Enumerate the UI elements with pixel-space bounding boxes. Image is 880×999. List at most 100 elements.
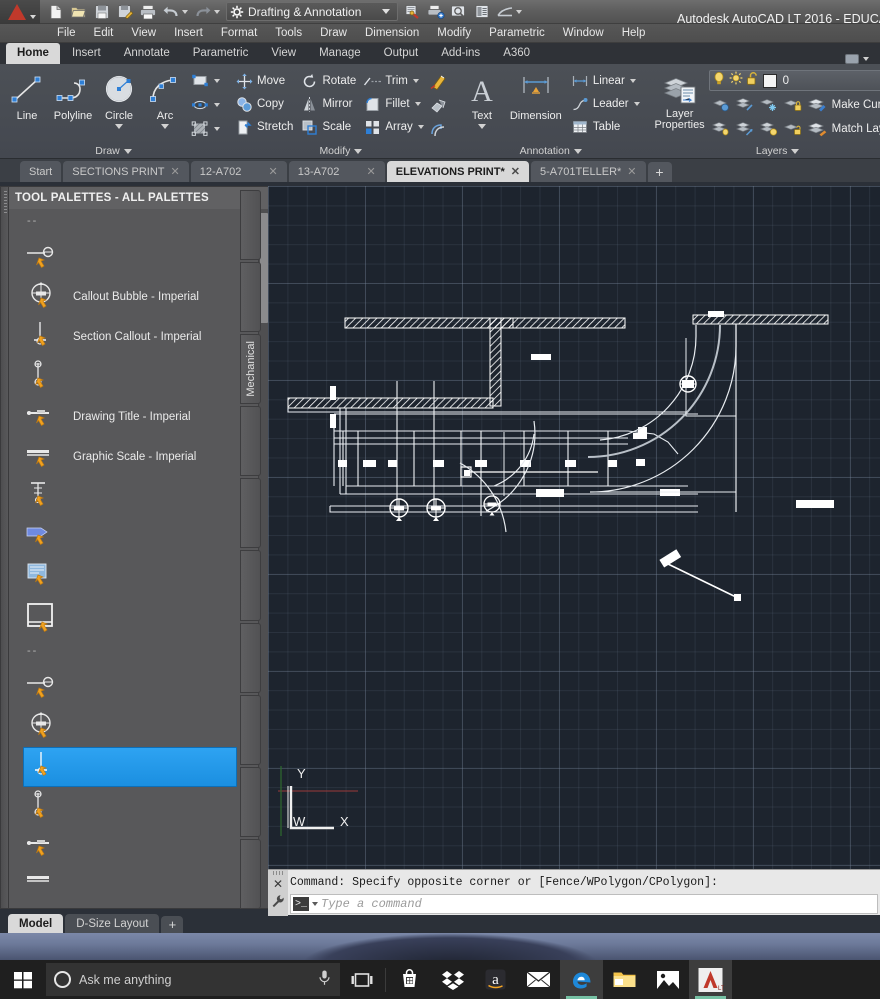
file-tab-start[interactable]: Start xyxy=(20,161,62,182)
chevron-down-icon[interactable] xyxy=(382,9,390,14)
redo-icon[interactable] xyxy=(191,1,214,23)
menu-insert[interactable]: Insert xyxy=(165,25,212,41)
palette-item[interactable] xyxy=(23,237,258,277)
undo-dropdown-icon[interactable] xyxy=(182,9,188,14)
palette-item[interactable] xyxy=(23,707,258,747)
amazon-icon[interactable]: a xyxy=(474,960,517,999)
circle-dropdown-icon[interactable] xyxy=(115,124,123,129)
palette-tab-6[interactable] xyxy=(240,550,261,621)
tab-parametric[interactable]: Parametric xyxy=(182,43,260,64)
ribbon-panel-chip-icon[interactable] xyxy=(845,54,859,64)
file-explorer-icon[interactable] xyxy=(603,960,646,999)
modify-stretch-button[interactable]: Stretch xyxy=(231,116,296,138)
application-menu-button[interactable] xyxy=(0,0,40,24)
hatch-icon[interactable] xyxy=(188,118,212,140)
command-input-row[interactable]: >_ Type a command xyxy=(290,894,878,914)
make-current-button[interactable]: Make Current xyxy=(831,94,880,116)
batch-plot-icon[interactable] xyxy=(424,1,447,23)
draw-panel-title[interactable]: Draw xyxy=(0,143,227,159)
layer-isolate-icon[interactable] xyxy=(709,94,733,116)
palette-tab-9[interactable] xyxy=(240,766,261,837)
dropbox-icon[interactable] xyxy=(431,960,474,999)
menu-edit[interactable]: Edit xyxy=(85,25,123,41)
edge-icon[interactable] xyxy=(560,960,603,999)
annotation-table-button[interactable]: Table xyxy=(567,116,643,138)
close-icon[interactable]: ✕ xyxy=(273,878,283,890)
trim-dropdown-icon[interactable] xyxy=(412,79,419,83)
palette-item[interactable] xyxy=(23,827,258,867)
mail-icon[interactable] xyxy=(517,960,560,999)
annotation-leader-button[interactable]: Leader xyxy=(567,93,643,115)
modify-mirror-button[interactable]: Mirror xyxy=(296,93,359,115)
modify-copy-button[interactable]: Copy xyxy=(231,93,296,115)
layer-dropdown[interactable]: 0 xyxy=(708,70,880,91)
unlock-icon[interactable] xyxy=(746,71,760,91)
tab-add-ins[interactable]: Add-ins xyxy=(430,43,491,64)
palette-tab-4[interactable] xyxy=(240,406,261,477)
menu-modify[interactable]: Modify xyxy=(428,25,480,41)
hatch-dropdown-icon[interactable] xyxy=(214,127,220,131)
offset-icon[interactable] xyxy=(427,118,451,140)
ellipse-icon[interactable] xyxy=(188,94,212,116)
save-icon[interactable] xyxy=(90,1,113,23)
layer-properties-button[interactable]: Layer Properties xyxy=(651,68,709,131)
undo-icon[interactable] xyxy=(159,1,182,23)
chevron-down-icon[interactable] xyxy=(312,902,318,906)
palette-tab-mechanical[interactable]: Mechanical xyxy=(240,334,261,405)
draw-circle-button[interactable]: Circle xyxy=(96,68,142,129)
file-tab-elevations-print[interactable]: ELEVATIONS PRINT* ✕ xyxy=(386,161,529,182)
search-input[interactable]: Ask me anything xyxy=(46,963,340,996)
file-tab-13-a702[interactable]: 13-A702 ✕ xyxy=(288,161,385,182)
file-tab-sections-print[interactable]: SECTIONS PRINT ✕ xyxy=(63,161,189,182)
save-as-icon[interactable] xyxy=(113,1,136,23)
palette-tab-8[interactable] xyxy=(240,694,261,765)
match-layer-button[interactable]: Match Layer xyxy=(831,118,880,140)
palette-item-section-callout[interactable]: Section Callout - Imperial xyxy=(23,317,258,357)
modify-trim-button[interactable]: Trim xyxy=(359,70,426,92)
tab-annotate[interactable]: Annotate xyxy=(113,43,181,64)
array-dropdown-icon[interactable] xyxy=(417,125,424,129)
plot-icon[interactable] xyxy=(136,1,159,23)
palette-item-elevation-callout[interactable] xyxy=(23,357,258,397)
layer-freeze-icon[interactable] xyxy=(733,94,757,116)
ribbon-minimize-icon[interactable] xyxy=(863,57,869,61)
preview-icon[interactable] xyxy=(447,1,470,23)
autocad-icon[interactable]: LT xyxy=(689,960,732,999)
annotation-linear-button[interactable]: Linear xyxy=(567,70,643,92)
layer-on-icon[interactable] xyxy=(757,118,781,140)
task-view-icon[interactable] xyxy=(340,960,383,999)
draw-line-button[interactable]: Line xyxy=(4,68,50,122)
rectangle-icon[interactable] xyxy=(188,70,212,92)
annotation-dimension-button[interactable]: Dimension xyxy=(505,68,567,122)
leader-dropdown-icon[interactable] xyxy=(633,102,640,106)
close-icon[interactable]: ✕ xyxy=(171,165,180,178)
modify-panel-title[interactable]: Modify xyxy=(227,143,455,159)
linear-dropdown-icon[interactable] xyxy=(629,79,636,83)
palette-item-table-block[interactable] xyxy=(23,557,258,597)
menu-file[interactable]: File xyxy=(48,25,85,41)
menu-parametric[interactable]: Parametric xyxy=(480,25,554,41)
palette-item[interactable] xyxy=(23,867,258,907)
ellipse-dropdown-icon[interactable] xyxy=(214,103,220,107)
menu-help[interactable]: Help xyxy=(613,25,655,41)
palette-item-selected[interactable] xyxy=(23,747,237,787)
redo-dropdown-icon[interactable] xyxy=(214,9,220,14)
workspace-switcher[interactable]: Drafting & Annotation xyxy=(226,2,398,21)
layer-thaw-icon[interactable] xyxy=(733,118,757,140)
palette-item-callout-bubble[interactable]: Callout Bubble - Imperial xyxy=(23,277,258,317)
fillet-dropdown-icon[interactable] xyxy=(414,102,421,106)
close-icon[interactable]: ✕ xyxy=(511,165,520,178)
modify-move-button[interactable]: Move xyxy=(231,70,296,92)
modify-scale-button[interactable]: Scale xyxy=(296,116,359,138)
file-tab-12-a702[interactable]: 12-A702 ✕ xyxy=(190,161,287,182)
draw-polyline-button[interactable]: Polyline xyxy=(50,68,96,122)
layers-panel-title[interactable]: Layers xyxy=(647,143,880,159)
match-layer-icon[interactable] xyxy=(805,118,831,140)
tab-manage[interactable]: Manage xyxy=(308,43,372,64)
open-icon[interactable] xyxy=(67,1,90,23)
close-icon[interactable]: ✕ xyxy=(367,165,376,178)
layer-color-swatch[interactable] xyxy=(762,73,777,88)
tab-d-size-layout[interactable]: D-Size Layout xyxy=(65,914,160,933)
menu-window[interactable]: Window xyxy=(554,25,613,41)
rectangle-dropdown-icon[interactable] xyxy=(214,79,220,83)
